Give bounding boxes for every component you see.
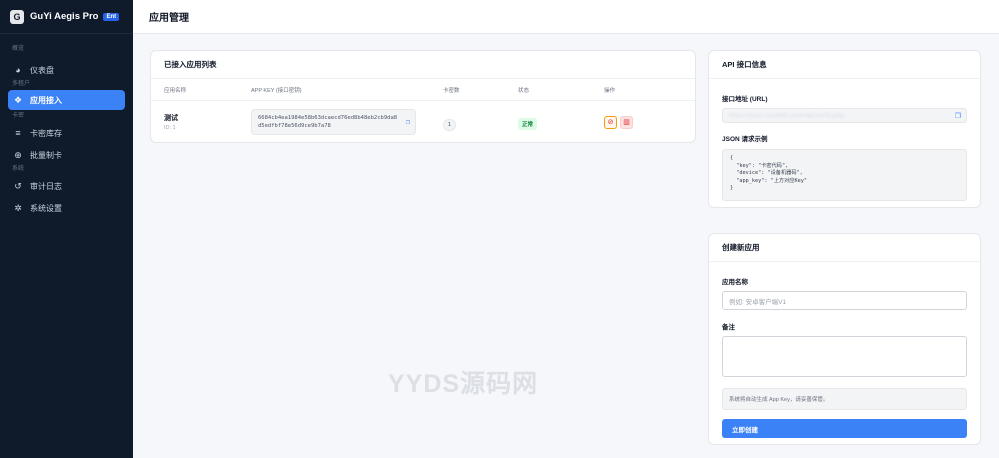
sidebar-item-label: 批量制卡 <box>30 150 62 160</box>
section-label-overview: 概览 <box>12 46 25 52</box>
edition-badge: Ent <box>103 12 120 21</box>
section-label-tenants: 多租户 <box>12 81 31 87</box>
auto-key-notice: 系统将自动生成 App Key，请妥善保管。 <box>722 388 967 410</box>
create-app-title: 创建新应用 <box>709 234 980 262</box>
cubes-icon: ❖ <box>13 94 23 105</box>
app-key-cell: 6684cb4ea1984e58b63dcaecd76ed8b48eb2cb9d… <box>251 109 443 135</box>
column-header-card-count: 卡密数 <box>443 87 460 94</box>
app-name-cell: 测试 ID: 1 <box>164 113 251 131</box>
api-info-card: API 接口信息 接口地址 (URL) https://xxxx.example… <box>708 50 981 208</box>
section-label-system: 系统 <box>12 166 25 172</box>
brand-logo: G <box>10 9 24 24</box>
sidebar-item-app-access[interactable]: ❖ 应用接入 <box>8 90 125 110</box>
app-name-label: 应用名称 <box>722 279 748 286</box>
column-header-app-key: APP KEY (接口密钥) <box>251 87 302 94</box>
copy-icon[interactable]: ❐ <box>406 118 410 126</box>
sidebar: G GuYi Aegis Pro Ent 概览 ◕ 仪表盘 多租户 ❖ 应用接入… <box>0 0 133 458</box>
gear-icon: ✲ <box>14 202 22 213</box>
apps-list-title: 已接入应用列表 <box>151 51 695 79</box>
table-row: 测试 ID: 1 6684cb4ea1984e58b63dcaecd76ed8b… <box>151 101 695 143</box>
json-example-block: { "key": "卡密代码", "device": "设备机器码", "app… <box>722 149 967 201</box>
sidebar-item-audit-log[interactable]: ↺ 审计日志 <box>8 176 125 196</box>
section-label-cards: 卡密 <box>12 113 25 119</box>
sidebar-item-label: 卡密库存 <box>30 128 62 138</box>
note-textarea[interactable] <box>722 336 967 377</box>
status-badge: 正常 <box>518 118 538 130</box>
brand[interactable]: G GuYi Aegis Pro Ent <box>0 0 133 34</box>
column-header-status: 状态 <box>518 87 530 94</box>
app-id: ID: 1 <box>164 125 176 131</box>
sidebar-item-label: 审计日志 <box>30 181 62 191</box>
app-key-box[interactable]: 6684cb4ea1984e58b63dcaecd76ed8b48eb2cb9d… <box>251 109 416 135</box>
create-app-card: 创建新应用 应用名称 例如: 安卓客户端V1 备注 系统将自动生成 App Ke… <box>708 233 981 445</box>
api-info-title: API 接口信息 <box>709 51 980 79</box>
ban-icon: ⊘ <box>607 119 614 126</box>
sidebar-item-label: 仪表盘 <box>30 65 54 75</box>
sidebar-item-settings[interactable]: ✲ 系统设置 <box>8 198 125 218</box>
plus-circle-icon: ⊕ <box>14 149 22 160</box>
api-url-label: 接口地址 (URL) <box>722 96 768 103</box>
copy-icon[interactable]: ❐ <box>955 112 961 120</box>
delete-button[interactable]: ▥ <box>620 115 633 129</box>
column-header-name: 应用名称 <box>164 87 187 94</box>
json-example-label: JSON 请求示例 <box>722 136 768 143</box>
sidebar-item-batch-create[interactable]: ⊕ 批量制卡 <box>8 145 125 165</box>
table-header: 应用名称 APP KEY (接口密钥) 卡密数 状态 操作 <box>151 79 695 101</box>
app-name: 测试 <box>164 115 178 122</box>
database-icon: ≡ <box>15 128 21 138</box>
card-count-badge: 1 <box>443 119 457 131</box>
brand-name: GuYi Aegis Pro <box>30 11 99 22</box>
trash-icon: ▥ <box>623 119 630 126</box>
app-key-value: 6684cb4ea1984e58b63dcaecd76ed8b48eb2cb9d… <box>258 115 398 129</box>
app-name-input[interactable]: 例如: 安卓客户端V1 <box>722 291 967 310</box>
column-header-actions: 操作 <box>604 87 616 94</box>
sidebar-item-dashboard[interactable]: ◕ 仪表盘 <box>8 60 125 80</box>
app-name-placeholder: 例如: 安卓客户端V1 <box>729 298 787 306</box>
history-icon: ↺ <box>14 180 22 191</box>
actions-cell: ⊘ ▥ <box>604 115 684 129</box>
api-url-field[interactable]: https://xxxx.example.com/api/verify.php … <box>722 108 967 123</box>
top-header: 应用管理 <box>133 0 999 34</box>
sidebar-item-label: 系统设置 <box>30 203 62 213</box>
create-button[interactable]: 立即创建 <box>722 419 967 438</box>
card-count-cell: 1 <box>443 113 518 131</box>
note-label: 备注 <box>722 324 735 331</box>
sidebar-item-card-inventory[interactable]: ≡ 卡密库存 <box>8 123 125 143</box>
apps-list-card: 已接入应用列表 应用名称 APP KEY (接口密钥) 卡密数 状态 操作 测试… <box>150 50 696 143</box>
chart-pie-icon: ◕ <box>15 65 21 75</box>
page-title: 应用管理 <box>149 13 189 24</box>
sidebar-item-label: 应用接入 <box>30 95 62 105</box>
status-cell: 正常 <box>518 113 604 131</box>
api-url-value: https://xxxx.example.com/api/verify.php <box>729 112 845 119</box>
disable-button[interactable]: ⊘ <box>604 115 617 129</box>
watermark: YYDS源码网 <box>388 370 539 398</box>
